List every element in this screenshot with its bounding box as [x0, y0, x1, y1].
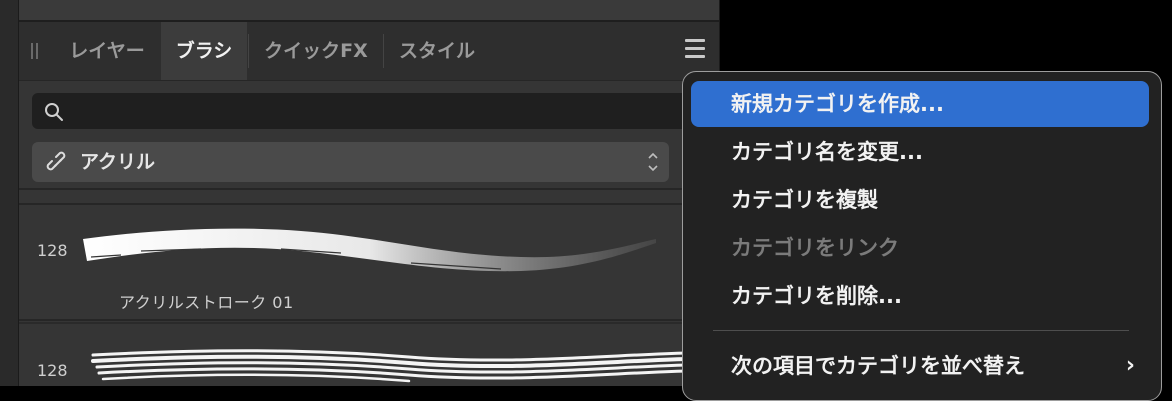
brush-item[interactable]: 128 — [19, 325, 719, 386]
divider — [19, 319, 719, 321]
link-icon — [46, 151, 66, 171]
brush-size: 128 — [37, 241, 68, 260]
tab-styles[interactable]: スタイル — [384, 22, 490, 80]
brush-name: アクリルストローク 01 — [119, 293, 294, 312]
divider — [19, 188, 719, 190]
tab-quick-fx[interactable]: クイックFX — [249, 22, 383, 80]
panel-top-strip — [19, 0, 719, 22]
menu-item-new-category[interactable]: 新規カテゴリを作成... — [691, 81, 1149, 127]
search-icon — [45, 103, 63, 121]
menu-item-rename-category[interactable]: カテゴリ名を変更... — [691, 129, 1149, 175]
menu-item-link-category: カテゴリをリンク — [731, 236, 899, 260]
category-selector[interactable]: アクリル — [32, 142, 669, 182]
menu-item-sort-label: 次の項目でカテゴリを並べ替え — [731, 354, 1025, 378]
menu-item-delete-category[interactable]: カテゴリを削除... — [691, 273, 1149, 319]
menu-separator — [713, 330, 1129, 331]
chevron-right-icon: › — [1125, 353, 1135, 378]
menu-item-duplicate-category[interactable]: カテゴリを複製 — [691, 177, 1149, 223]
brush-panel: レイヤー ブラシ クイックFX スタイル アクリル 128 アクリルストローク … — [18, 0, 722, 386]
brush-item[interactable]: 128 アクリルストローク 01 — [19, 205, 719, 319]
menu-item-sort-categories[interactable]: 次の項目でカテゴリを並べ替え › — [691, 343, 1149, 389]
brush-search-input[interactable] — [32, 93, 722, 129]
brush-size: 128 — [37, 361, 68, 380]
context-menu: 新規カテゴリを作成... カテゴリ名を変更... カテゴリを複製 カテゴリをリン… — [682, 71, 1162, 401]
tab-brushes[interactable]: ブラシ — [161, 22, 247, 80]
panel-menu-icon[interactable] — [685, 39, 707, 59]
brush-stroke-preview — [83, 228, 656, 272]
brush-stroke-preview — [91, 349, 689, 383]
divider — [19, 322, 719, 324]
left-gutter — [0, 0, 18, 386]
category-label: アクリル — [80, 151, 156, 173]
chevron-updown-icon — [648, 152, 658, 172]
drag-grip-icon[interactable] — [31, 43, 39, 59]
tab-layers[interactable]: レイヤー — [55, 22, 159, 80]
tab-bar: レイヤー ブラシ クイックFX スタイル — [19, 22, 719, 81]
